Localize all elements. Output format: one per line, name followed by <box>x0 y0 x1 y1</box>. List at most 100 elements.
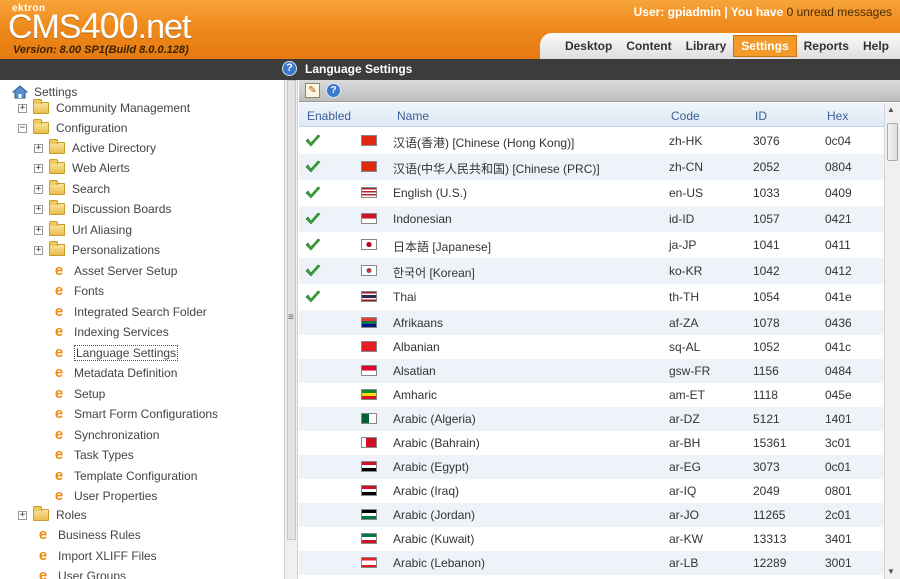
tree-item[interactable]: + Active Directory <box>34 138 156 158</box>
tree-item[interactable]: e Setup <box>52 384 106 404</box>
language-name[interactable]: Arabic (Kuwait) <box>393 532 474 546</box>
language-name[interactable]: Afrikaans <box>393 316 443 330</box>
unread-messages-link[interactable]: 0 unread messages <box>787 5 892 19</box>
table-row[interactable]: Amharic am-ET 1118 045e <box>299 383 884 407</box>
tree-item[interactable]: e Indexing Services <box>52 322 169 342</box>
tree-item[interactable]: e Task Types <box>52 445 134 465</box>
tree-item[interactable]: + Search <box>34 179 110 199</box>
language-name[interactable]: Arabic (Lebanon) <box>393 556 485 570</box>
tree-item[interactable]: + Url Aliasing <box>34 220 132 240</box>
nav-library[interactable]: Library <box>679 36 734 56</box>
expand-icon[interactable]: + <box>34 225 43 235</box>
tree-item-label: Discussion Boards <box>72 202 172 216</box>
tree-item[interactable]: e Asset Server Setup <box>52 261 178 281</box>
expand-icon[interactable]: + <box>18 510 27 520</box>
language-name[interactable]: Alsatian <box>393 364 436 378</box>
table-row[interactable]: Arabic (Bahrain) ar-BH 15361 3c01 <box>299 431 884 455</box>
language-name[interactable]: Amharic <box>393 388 437 402</box>
language-name[interactable]: 汉语(中华人民共和国) [Chinese (PRC)] <box>393 160 600 177</box>
table-row[interactable]: Arabic (Lebanon) ar-LB 12289 3001 <box>299 551 884 575</box>
language-name[interactable]: 한국어 [Korean] <box>393 264 475 281</box>
pane-splitter[interactable]: ≡ <box>284 80 298 579</box>
tree-item[interactable]: + Roles <box>18 505 87 525</box>
tree-item[interactable]: e Metadata Definition <box>52 363 178 383</box>
language-name[interactable]: English (U.S.) <box>393 186 467 200</box>
table-row[interactable]: 한국어 [Korean] ko-KR 1042 0412 <box>299 258 884 284</box>
column-hex[interactable]: Hex <box>827 109 848 123</box>
collapse-icon[interactable]: − <box>18 123 27 133</box>
table-row[interactable]: Arabic (Egypt) ar-EG 3073 0c01 <box>299 455 884 479</box>
tree-item[interactable]: e User Properties <box>52 486 158 506</box>
table-row[interactable]: 汉语(中华人民共和国) [Chinese (PRC)] zh-CN 2052 0804 <box>299 154 884 180</box>
help-icon[interactable]: ? <box>326 83 341 98</box>
scroll-thumb[interactable] <box>887 123 898 161</box>
column-name[interactable]: Name <box>397 109 429 123</box>
tree-item[interactable]: + Community Management <box>18 98 190 118</box>
tree-item[interactable]: e Integrated Search Folder <box>52 302 207 322</box>
expand-icon[interactable]: + <box>34 163 43 173</box>
language-hex: 0436 <box>825 316 852 330</box>
nav-content[interactable]: Content <box>619 36 678 56</box>
ektron-page-icon: e <box>54 405 64 422</box>
tree-item[interactable]: + Web Alerts <box>34 158 130 178</box>
enabled-check-icon <box>305 186 321 199</box>
column-id[interactable]: ID <box>755 109 767 123</box>
table-row[interactable]: 汉语(香港) [Chinese (Hong Kong)] zh-HK 3076 0c0… <box>299 128 884 154</box>
table-row[interactable]: Thai th-TH 1054 041e <box>299 284 884 310</box>
language-name[interactable]: 汉语(香港) [Chinese (Hong Kong)] <box>393 134 574 151</box>
tree-scrollbar[interactable] <box>287 80 296 540</box>
tree-item[interactable]: e Import XLIFF Files <box>36 546 157 566</box>
ektron-page-icon: e <box>38 567 48 579</box>
table-row[interactable]: 日本語 [Japanese] ja-JP 1041 0411 <box>299 232 884 258</box>
nav-settings[interactable]: Settings <box>733 35 797 57</box>
table-row[interactable]: Albanian sq-AL 1052 041c <box>299 335 884 359</box>
edit-icon[interactable]: ✎ <box>305 83 320 98</box>
nav-reports[interactable]: Reports <box>797 36 856 56</box>
language-name[interactable]: Arabic (Algeria) <box>393 412 476 426</box>
expand-icon[interactable]: + <box>34 143 43 153</box>
tree-item[interactable]: e Smart Form Configurations <box>52 404 218 424</box>
table-row[interactable]: Arabic (Kuwait) ar-KW 13313 3401 <box>299 527 884 551</box>
table-row[interactable]: Arabic (Jordan) ar-JO 11265 2c01 <box>299 503 884 527</box>
tree-item[interactable]: − Configuration <box>18 118 127 138</box>
language-name[interactable]: Arabic (Egypt) <box>393 460 469 474</box>
table-row[interactable]: Alsatian gsw-FR 1156 0484 <box>299 359 884 383</box>
nav-help[interactable]: Help <box>856 36 896 56</box>
table-row[interactable]: Arabic (Algeria) ar-DZ 5121 1401 <box>299 407 884 431</box>
language-name[interactable]: Arabic (Bahrain) <box>393 436 480 450</box>
language-name[interactable]: Arabic (Iraq) <box>393 484 459 498</box>
table-row[interactable]: Arabic (Iraq) ar-IQ 2049 0801 <box>299 479 884 503</box>
expand-icon[interactable]: + <box>18 103 27 113</box>
tree-item[interactable]: + Discussion Boards <box>34 199 171 219</box>
language-name[interactable]: Thai <box>393 290 416 304</box>
tree-item[interactable]: e Fonts <box>52 281 104 301</box>
scroll-up-icon[interactable]: ▲ <box>887 105 895 114</box>
tree-item[interactable]: + Personalizations <box>34 240 160 260</box>
splitter-grip-icon[interactable]: ≡ <box>288 312 294 323</box>
tree-item[interactable]: e User Groups <box>36 566 126 579</box>
language-name[interactable]: Arabic (Jordan) <box>393 508 475 522</box>
language-name[interactable]: 日本語 [Japanese] <box>393 238 491 255</box>
language-hex: 2c01 <box>825 508 852 522</box>
expand-icon[interactable]: + <box>34 184 43 194</box>
table-row[interactable]: English (U.S.) en-US 1033 0409 <box>299 180 884 206</box>
table-row[interactable]: Afrikaans af-ZA 1078 0436 <box>299 310 884 335</box>
table-row[interactable]: Indonesian id-ID 1057 0421 <box>299 206 884 232</box>
tree-item[interactable]: e Business Rules <box>36 525 141 545</box>
tree-item[interactable]: e Synchronization <box>52 425 160 445</box>
tree-item-label: Synchronization <box>74 428 160 442</box>
column-enabled[interactable]: Enabled <box>307 109 351 123</box>
tree-item[interactable]: e Template Configuration <box>52 466 198 486</box>
scroll-down-icon[interactable]: ▼ <box>887 567 895 576</box>
expand-icon[interactable]: + <box>34 204 43 214</box>
tree-item[interactable]: e Language Settings <box>52 343 179 363</box>
toolbar: ✎ ? <box>299 80 900 102</box>
expand-icon[interactable]: + <box>34 245 43 255</box>
nav-desktop[interactable]: Desktop <box>558 36 619 56</box>
language-name[interactable]: Albanian <box>393 340 440 354</box>
help-icon[interactable]: ? <box>282 61 297 76</box>
grid-scrollbar[interactable]: ▲ ▼ <box>884 103 900 579</box>
language-name[interactable]: Indonesian <box>393 212 452 226</box>
language-code: zh-CN <box>669 160 704 174</box>
column-code[interactable]: Code <box>671 109 700 123</box>
